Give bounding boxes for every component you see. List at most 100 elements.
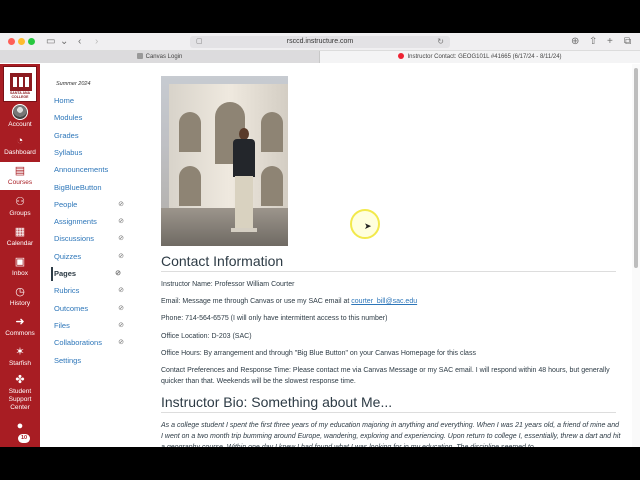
hidden-eye-icon: ⊘ [118,339,124,347]
course-nav-label: Syllabus [54,147,83,157]
gnav-commons[interactable]: ➜ Commons [0,315,40,338]
contact-heading: Contact Information [161,253,284,269]
dashboard-icon: ◔ [16,135,24,147]
course-nav-label: Grades [54,130,79,140]
course-nav-item-assignments[interactable]: Assignments ⊘ [54,215,130,229]
new-tab-icon[interactable]: + [607,35,613,49]
course-nav-item-rubrics[interactable]: Rubrics ⊘ [54,284,130,298]
gnav-groups[interactable]: ⚇ Groups [0,195,40,218]
gnav-account[interactable]: Account [0,104,40,129]
photo-arch [261,112,283,152]
email-link[interactable]: courter_bill@sac.edu [351,298,417,305]
email-line: Email: Message me through Canvas or use … [161,296,621,307]
course-nav-item-outcomes[interactable]: Outcomes ⊘ [54,302,130,316]
gnav-inbox[interactable]: ▣ Inbox [0,255,40,278]
gnav-student-support-center[interactable]: ✤ Student Support Center [0,373,40,412]
course-nav: Summer 2024 Home Modules Grades Syllabus Ann… [40,64,130,447]
hidden-eye-icon: ⊘ [118,321,124,329]
photo-arch [179,112,201,152]
course-nav-item-syllabus[interactable]: Syllabus [54,146,130,160]
gnav-dashboard[interactable]: ◔ Dashboard [0,134,40,157]
course-nav-label: Outcomes [54,303,89,313]
help-icon: ● [16,420,24,432]
gnav-label: Starfish [8,360,32,367]
course-nav-label: BigBlueButton [54,182,102,192]
course-nav-label: Collaborations [54,338,102,348]
forward-icon[interactable]: › [95,35,98,49]
instructor-photo [161,76,288,246]
course-nav-item-discussions[interactable]: Discussions ⊘ [54,232,130,246]
course-nav-item-quizzes[interactable]: Quizzes ⊘ [54,250,130,264]
college-logo[interactable]: SANTA ANA COLLEGE [3,66,37,102]
course-nav-item-files[interactable]: Files ⊘ [54,319,130,333]
share-icon[interactable]: ⇧ [589,35,597,49]
course-nav-label: Discussions [54,234,95,244]
course-nav-item-bigbluebutton[interactable]: BigBlueButton [54,181,130,195]
gnav-label: Dashboard [4,149,36,156]
groups-icon: ⚇ [15,196,25,208]
address-bar[interactable]: ▢ rsccd.instructure.com ↻ [190,36,450,48]
term-label: Summer 2024 [56,81,91,87]
course-nav-item-announcements[interactable]: Announcements [54,163,130,177]
gnav-label: Courses [7,179,33,186]
gnav-notifications[interactable]: ● 10 [0,419,40,443]
course-nav-label: Home [54,96,75,105]
tab-overview-icon[interactable]: ⧉ [624,35,631,49]
main-content: Contact Information Instructor Name: Pro… [130,64,632,447]
download-icon[interactable]: ⊕ [571,35,579,49]
starfish-icon: ✶ [15,346,25,358]
gnav-calendar[interactable]: ▦ Calendar [0,225,40,248]
tab-canvas-login[interactable]: Canvas Login [0,51,320,63]
logo-text: SANTA ANA COLLEGE [9,91,31,99]
course-nav-item-settings[interactable]: Settings [54,354,130,368]
calendar-icon: ▦ [14,226,26,238]
bio-text: As a college student I spent the first t… [161,422,621,447]
minimize-window-button[interactable] [18,38,25,45]
scrollbar-thumb[interactable] [634,68,638,268]
response-time: Contact Preferences and Response Time: P… [161,367,610,385]
gnav-starfish[interactable]: ✶ Starfish [0,345,40,368]
zoom-window-button[interactable] [28,38,35,45]
photo-arch [179,166,201,206]
photo-person [233,139,255,177]
hidden-eye-icon: ⊘ [118,235,124,243]
gnav-label: Commons [5,330,35,337]
photo-person [235,176,253,230]
course-nav-label: Settings [54,355,82,365]
gnav-label: Inbox [12,270,28,277]
gnav-courses[interactable]: ▤ Courses [0,162,40,190]
canvas-favicon-icon [398,53,405,59]
close-window-button[interactable] [8,38,15,45]
course-nav-label: Modules [54,113,83,123]
back-icon[interactable]: ‹ [78,35,81,49]
office-hours: Office Hours: By arrangement and through… [161,350,476,357]
course-nav-item-people[interactable]: People ⊘ [54,198,130,212]
course-nav-item-pages[interactable]: Pages ⊘ [51,267,127,281]
office-location: Office Location: D-203 (SAC) [161,333,252,340]
tab-label: Canvas Login [145,54,183,60]
tab-instructor-contact[interactable]: Instructor Contact: GEOG101L #41665 (6/1… [320,51,640,63]
chevron-down-icon[interactable]: ⌄ [60,35,68,49]
course-nav-item-collaborations[interactable]: Collaborations ⊘ [54,336,130,350]
divider [161,271,616,272]
gnav-label: Student Support Center [8,388,32,411]
course-nav-label: Assignments [54,217,97,227]
commons-icon: ➜ [15,316,25,328]
reload-icon[interactable]: ↻ [437,36,444,48]
browser-toolbar: ▭ ⌄ ‹ › ▢ rsccd.instructure.com ↻ ⊕ ⇧ + … [0,33,640,51]
photo-person [231,228,257,232]
sidebar-toggle-icon[interactable]: ▭ [46,35,55,49]
email-prefix: Email: Message me through Canvas or use … [161,298,352,305]
favicon-icon [136,53,143,59]
course-nav-item-modules[interactable]: Modules [54,111,130,125]
course-nav-label: People [54,199,78,209]
course-nav-label: Announcements [54,165,109,175]
support-icon: ✤ [15,374,25,386]
mouse-pointer-icon: ➤ [364,221,372,231]
course-nav-item-home[interactable]: Home [54,94,130,108]
gnav-history[interactable]: ◷ History [0,285,40,308]
course-nav-item-grades[interactable]: Grades [54,129,130,143]
history-icon: ◷ [15,286,25,298]
tab-label: Instructor Contact: GEOG101L #41665 (6/1… [407,54,562,60]
gnav-label: Calendar [6,240,34,247]
